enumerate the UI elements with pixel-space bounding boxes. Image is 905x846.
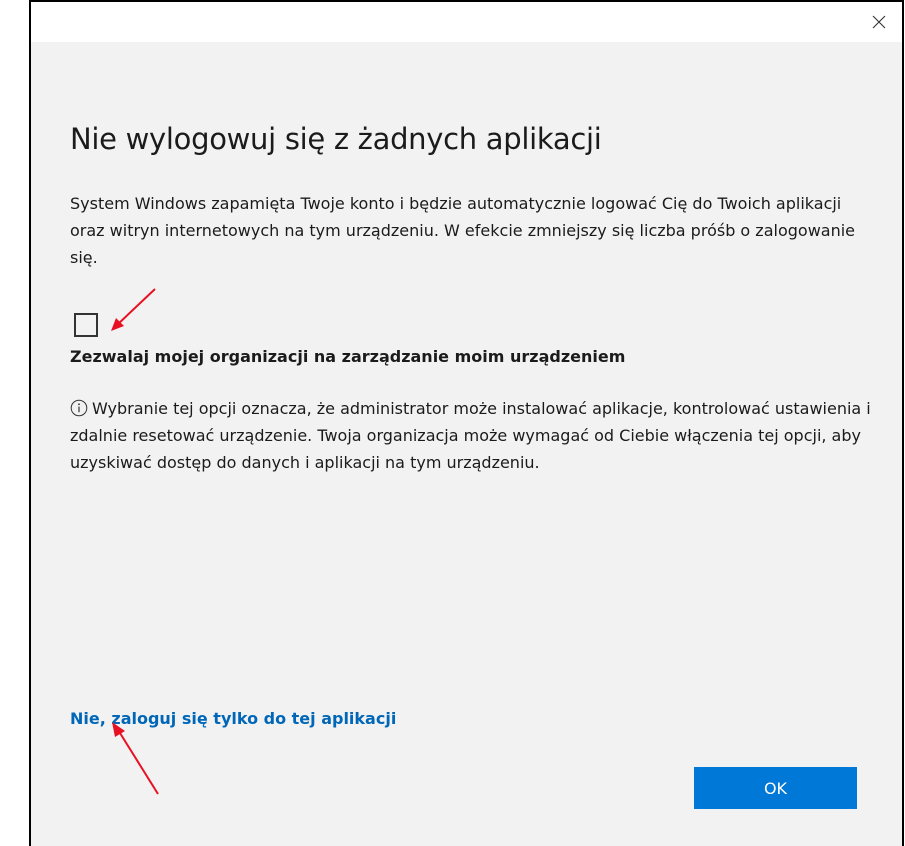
info-text: Wybranie tej opcji oznacza, że administr…: [70, 395, 875, 476]
close-button[interactable]: [856, 2, 902, 42]
dialog-description: System Windows zapamięta Twoje konto i b…: [70, 194, 856, 267]
manage-device-checkbox[interactable]: [74, 313, 98, 337]
sign-in-this-app-only-link[interactable]: Nie, zaloguj się tylko do tej aplikacji: [70, 709, 396, 728]
info-text-body: Wybranie tej opcji oznacza, że administr…: [70, 399, 871, 472]
close-icon: [872, 15, 886, 29]
info-icon: [70, 399, 88, 417]
dialog-window: Nie wylogowuj się z żadnych aplikacji Sy…: [29, 0, 904, 846]
dialog-title: Nie wylogowuj się z żadnych aplikacji: [70, 122, 602, 156]
title-bar: [31, 2, 902, 42]
manage-device-checkbox-label[interactable]: Zezwalaj mojej organizacji na zarządzani…: [70, 347, 625, 366]
ok-button[interactable]: OK: [694, 767, 857, 809]
